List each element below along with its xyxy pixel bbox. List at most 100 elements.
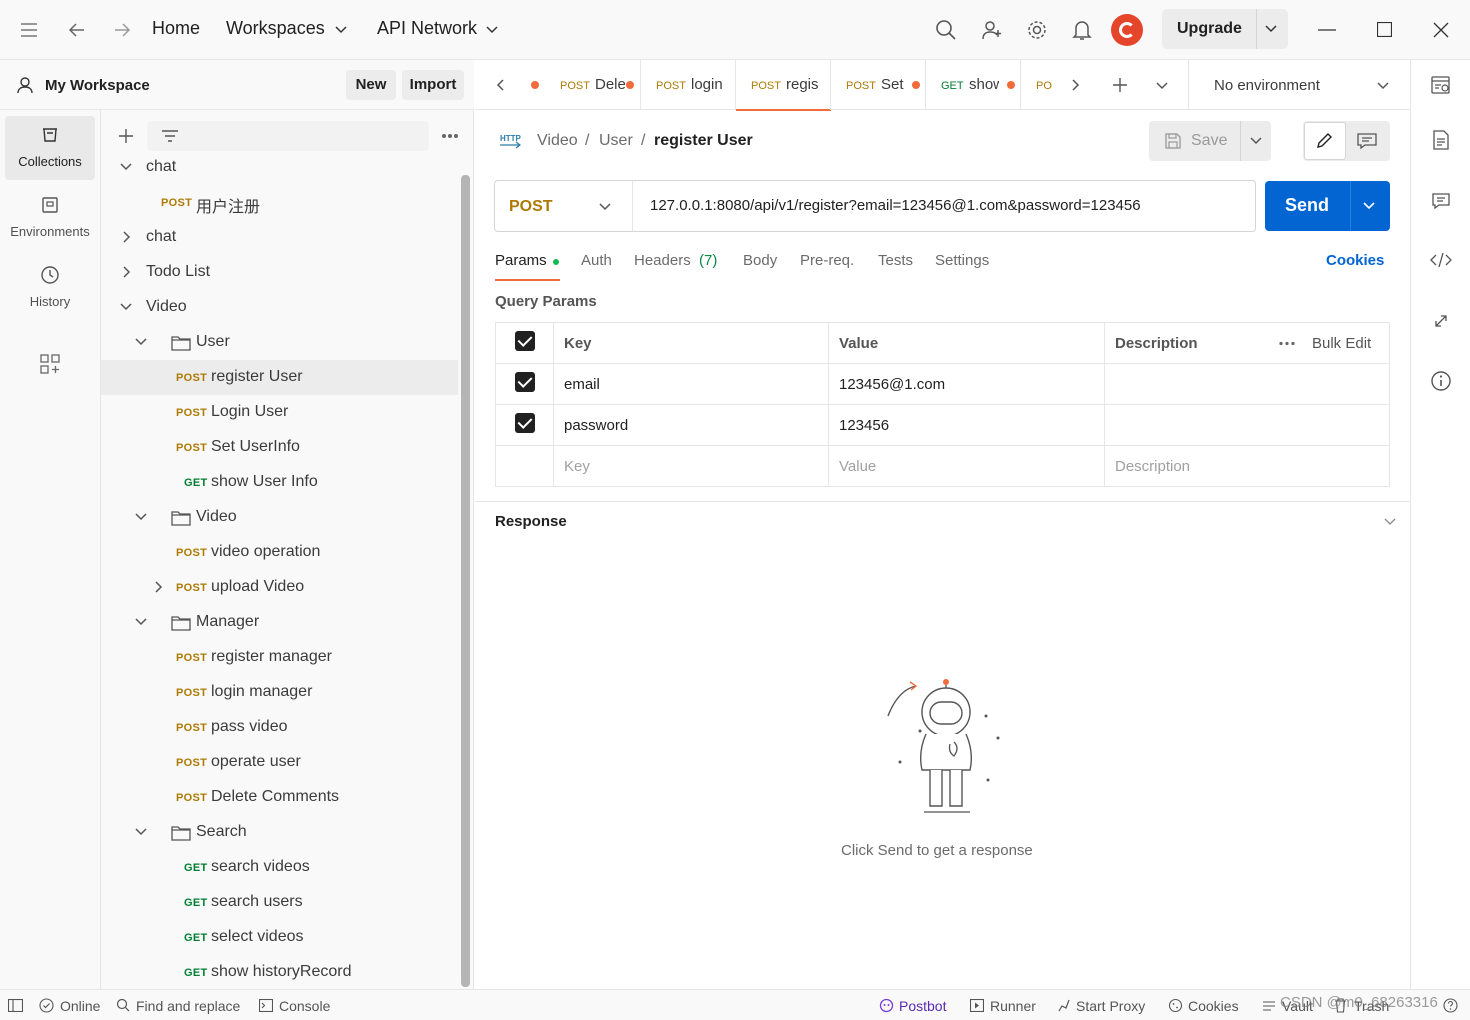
chevron-right-icon[interactable]: [119, 230, 133, 244]
tree-request-item[interactable]: GET select videos: [101, 920, 458, 955]
tab-body[interactable]: Body: [743, 252, 777, 269]
new-description-input[interactable]: Description: [1104, 445, 1390, 487]
tree-request-item[interactable]: POST Set UserInfo: [101, 430, 458, 465]
save-button[interactable]: Save: [1191, 132, 1227, 150]
new-tab-plus-icon[interactable]: [1112, 77, 1128, 93]
param-checkbox[interactable]: [514, 372, 535, 392]
chevron-down-icon[interactable]: [119, 160, 133, 174]
sidebar-scrollbar[interactable]: [461, 175, 470, 987]
tree-request-item[interactable]: POST login manager: [101, 675, 458, 710]
tree-request-item[interactable]: GET show User Info: [101, 465, 458, 500]
chevron-right-icon[interactable]: [119, 265, 133, 279]
cookies-link[interactable]: Cookies: [1326, 252, 1384, 269]
postbot-button[interactable]: Postbot: [899, 998, 946, 1014]
runner-button[interactable]: Runner: [990, 998, 1036, 1014]
related-collections-icon[interactable]: [1432, 312, 1450, 330]
online-status[interactable]: Online: [60, 998, 100, 1014]
chevron-down-icon[interactable]: [134, 510, 148, 524]
tree-request-item[interactable]: GET show historyRecord: [101, 955, 458, 990]
window-minimize-icon[interactable]: [1318, 29, 1336, 31]
request-tab[interactable]: POST login: [640, 60, 735, 110]
chevron-down-icon[interactable]: [134, 335, 148, 349]
menu-icon[interactable]: [20, 22, 38, 38]
param-key[interactable]: password: [553, 404, 829, 446]
request-tab[interactable]: POST Dele: [545, 60, 640, 110]
request-tab[interactable]: POST regis: [735, 60, 831, 111]
tree-folder-item[interactable]: Search: [101, 815, 458, 850]
tree-collection-item[interactable]: Todo List: [101, 255, 458, 290]
tree-request-item[interactable]: POST Delete Comments: [101, 780, 458, 815]
find-replace-button[interactable]: Find and replace: [136, 998, 240, 1014]
new-value-input[interactable]: Value: [828, 445, 1105, 487]
console-button[interactable]: Console: [279, 998, 330, 1014]
api-network-menu[interactable]: API Network: [377, 18, 477, 39]
window-maximize-icon[interactable]: [1377, 22, 1392, 37]
tree-collection-item[interactable]: Video: [101, 290, 458, 325]
add-widgets-icon[interactable]: [40, 354, 60, 374]
tree-request-item[interactable]: POST Login User: [101, 395, 458, 430]
documentation-icon[interactable]: [1432, 130, 1450, 150]
toggle-sidebar-icon[interactable]: [8, 999, 23, 1012]
rail-environments[interactable]: Environments: [5, 186, 95, 250]
home-link[interactable]: Home: [152, 18, 200, 39]
more-options-icon[interactable]: [441, 133, 459, 139]
request-title[interactable]: register User: [654, 132, 753, 150]
window-close-icon[interactable]: [1433, 22, 1449, 38]
back-arrow-icon[interactable]: [68, 21, 86, 39]
forward-arrow-icon[interactable]: [113, 21, 131, 39]
tab-headers[interactable]: Headers: [634, 252, 691, 269]
chevron-left-icon[interactable]: [495, 79, 505, 91]
tab-auth[interactable]: Auth: [581, 252, 612, 269]
chevron-right-icon[interactable]: [151, 580, 165, 594]
comment-icon[interactable]: [1357, 132, 1377, 150]
rail-history[interactable]: History: [5, 256, 95, 320]
tree-folder-item[interactable]: User: [101, 325, 458, 360]
code-snippet-icon[interactable]: [1430, 252, 1452, 268]
url-input[interactable]: 127.0.0.1:8080/api/v1/register?email=123…: [650, 197, 1141, 214]
tree-folder-item[interactable]: Video: [101, 500, 458, 535]
start-proxy-button[interactable]: Start Proxy: [1076, 998, 1145, 1014]
param-checkbox[interactable]: [514, 413, 535, 433]
tree-request-item[interactable]: POST pass video: [101, 710, 458, 745]
tree-request-item[interactable]: POST operate user: [101, 745, 458, 780]
search-icon[interactable]: [935, 19, 957, 41]
add-collection-icon[interactable]: [118, 128, 134, 144]
workspace-name[interactable]: My Workspace: [45, 77, 150, 94]
chevron-down-icon[interactable]: [134, 825, 148, 839]
edit-pencil-icon[interactable]: [1315, 132, 1333, 150]
request-tab[interactable]: PO: [1020, 60, 1052, 110]
select-all-checkbox[interactable]: [514, 331, 535, 351]
tree-request-item[interactable]: GET search videos: [101, 850, 458, 885]
param-description[interactable]: [1104, 363, 1390, 405]
environment-selector[interactable]: No environment: [1189, 60, 1404, 110]
breadcrumb-video[interactable]: Video: [537, 132, 578, 150]
filter-search-input[interactable]: [147, 121, 429, 151]
more-options-icon[interactable]: [1279, 341, 1295, 346]
bulk-edit-button[interactable]: Bulk Edit: [1312, 335, 1371, 352]
chevron-down-icon[interactable]: [1363, 201, 1375, 211]
tree-request-item[interactable]: POST 用户注册: [101, 185, 458, 220]
request-tab[interactable]: GET show: [925, 60, 1020, 110]
param-key[interactable]: email: [553, 363, 829, 405]
chevron-down-icon[interactable]: [134, 615, 148, 629]
help-icon[interactable]: [1443, 998, 1458, 1013]
avatar[interactable]: [1111, 14, 1143, 46]
notifications-bell-icon[interactable]: [1072, 19, 1092, 41]
tab-params[interactable]: Params: [495, 252, 547, 269]
chevron-down-icon[interactable]: [1384, 518, 1396, 526]
tree-collection-item[interactable]: chat: [101, 150, 458, 185]
chevron-down-icon[interactable]: [1250, 136, 1262, 146]
tree-collection-item[interactable]: chat: [101, 220, 458, 255]
rail-collections[interactable]: Collections: [5, 116, 95, 180]
tab-tests[interactable]: Tests: [878, 252, 913, 269]
method-select[interactable]: POST: [495, 181, 633, 231]
param-description[interactable]: [1104, 404, 1390, 446]
upgrade-button[interactable]: Upgrade: [1162, 9, 1288, 49]
request-tab[interactable]: POST Set: [830, 60, 925, 110]
param-value[interactable]: 123456: [828, 404, 1105, 446]
chevron-down-icon[interactable]: [1265, 24, 1277, 34]
new-key-input[interactable]: Key: [553, 445, 829, 487]
tab-settings[interactable]: Settings: [935, 252, 989, 269]
chevron-down-icon[interactable]: [119, 300, 133, 314]
cookies-button[interactable]: Cookies: [1188, 998, 1239, 1014]
